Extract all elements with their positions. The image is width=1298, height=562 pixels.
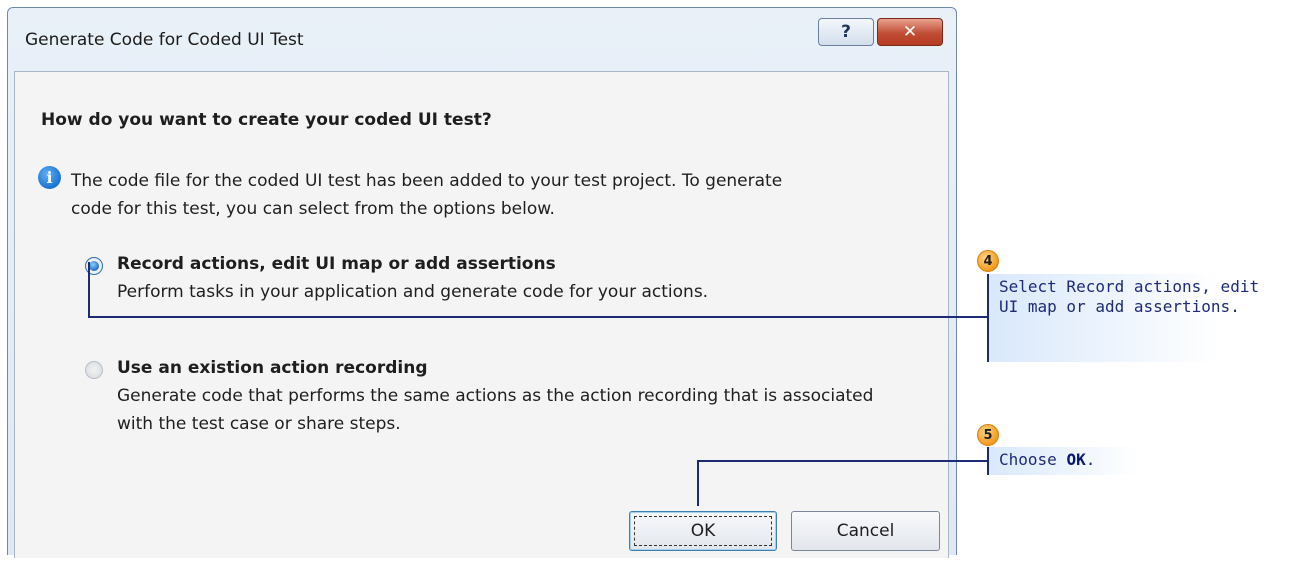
callout-4-box: Select Record actions, edit UI map or ad… bbox=[987, 274, 1297, 362]
existing-recording-description: Generate code that performs the same act… bbox=[117, 386, 874, 434]
close-button[interactable]: ✕ bbox=[877, 18, 943, 46]
existing-recording-radio[interactable] bbox=[85, 361, 103, 379]
info-message: The code file for the coded UI test has … bbox=[71, 171, 783, 219]
callout-5-box: Choose OK. bbox=[987, 447, 1188, 475]
info-icon: i bbox=[38, 166, 61, 189]
callout-5-text-bold: OK bbox=[1066, 450, 1086, 469]
close-icon: ✕ bbox=[902, 22, 918, 42]
callout-5-badge: 5 bbox=[977, 424, 999, 446]
title-bar[interactable]: Generate Code for Coded UI Test ? ✕ bbox=[8, 8, 956, 70]
callout-4-connector-vertical bbox=[88, 262, 90, 318]
callout-4-text: Select Record actions, edit UI map or ad… bbox=[999, 277, 1260, 316]
callout-5-text-prefix: Choose bbox=[999, 450, 1067, 469]
existing-recording-label[interactable]: Use an existion action recording bbox=[117, 358, 427, 378]
ok-button-label: OK bbox=[690, 521, 716, 541]
help-button[interactable]: ? bbox=[818, 18, 874, 46]
cancel-button[interactable]: Cancel bbox=[791, 511, 940, 551]
dialog-title: Generate Code for Coded UI Test bbox=[25, 30, 304, 50]
dialog-window: Generate Code for Coded UI Test ? ✕ How … bbox=[7, 7, 957, 558]
callout-5-connector-vertical bbox=[697, 460, 699, 506]
callout-5-connector-horizontal bbox=[697, 460, 988, 462]
callout-5-text-suffix: . bbox=[1085, 450, 1096, 469]
dialog-heading: How do you want to create your coded UI … bbox=[41, 110, 492, 130]
ok-button[interactable]: OK bbox=[629, 511, 777, 551]
dialog-content: How do you want to create your coded UI … bbox=[14, 71, 949, 558]
record-actions-description: Perform tasks in your application and ge… bbox=[117, 282, 709, 302]
record-actions-label[interactable]: Record actions, edit UI map or add asser… bbox=[117, 254, 556, 274]
callout-4-connector-horizontal bbox=[88, 316, 988, 318]
callout-4-badge: 4 bbox=[977, 250, 999, 272]
help-icon: ? bbox=[841, 22, 851, 42]
cancel-button-label: Cancel bbox=[836, 521, 895, 541]
